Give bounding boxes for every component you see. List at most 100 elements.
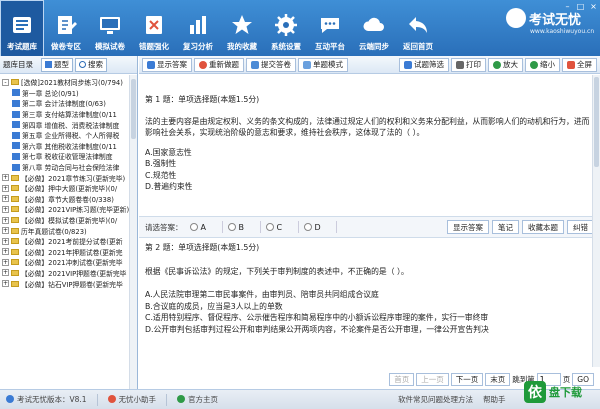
tree-item[interactable]: + 【必做】2021VIP练习题(完毕更新)	[2, 204, 137, 215]
expand-icon[interactable]: +	[2, 280, 9, 288]
radio-icon	[303, 223, 312, 231]
tree-item[interactable]: - [选做]2021教材同步练习(0/794)	[2, 77, 137, 88]
tree-item[interactable]: + 历年真题试卷(0/823)	[2, 225, 137, 236]
zoom-in-button[interactable]: 放大	[488, 57, 523, 72]
toolbar-item-7[interactable]: 互动平台	[308, 0, 352, 56]
printer-icon	[456, 60, 464, 69]
helper-link[interactable]: 无忧小助手	[107, 394, 156, 405]
toolbar-item-label: 模拟试卷	[95, 42, 125, 51]
folder-icon	[11, 238, 19, 245]
tree-item[interactable]: 第四章 增值税、消费税法律制度	[2, 119, 137, 130]
filter-icon	[404, 60, 412, 69]
prev-page-button[interactable]: 上一页	[416, 372, 449, 386]
note-button[interactable]: 笔记	[492, 220, 519, 234]
expand-icon[interactable]: +	[2, 237, 9, 245]
collapse-icon[interactable]: -	[2, 78, 9, 86]
expand-icon[interactable]: +	[2, 195, 9, 203]
print-button[interactable]: 打印	[451, 57, 486, 72]
tree-item[interactable]: + 【必做】2021年押题试卷(更新完	[2, 247, 137, 258]
answer-option-d[interactable]: D	[301, 221, 337, 233]
tree-item[interactable]: 第三章 支付结算法律制度(0/11	[2, 109, 137, 120]
expand-icon[interactable]: +	[2, 258, 9, 266]
tree-item-label: 【必做】2021章节练习(更新完毕)	[21, 174, 126, 183]
tree-item[interactable]: 第二章 会计法律制度(0/63)	[2, 98, 137, 109]
question-area: 显示答案 重新做题 提交答卷 单题模式 试题筛选 打印 放大 缩小 全屏 第 1…	[139, 56, 600, 389]
tree-item-label: 【必做】2021VIP押题卷(更新完毕	[21, 269, 127, 278]
question-scrollbar[interactable]	[592, 75, 600, 367]
next-page-button[interactable]: 下一页	[450, 372, 484, 386]
tree-item[interactable]: + 【必做】2021VIP押题卷(更新完毕	[2, 268, 137, 279]
tree-item[interactable]: + 【必做】章节大题卷卷(0/338)	[2, 194, 137, 205]
toolbar-item-3[interactable]: 错题强化	[132, 0, 176, 56]
minimize-icon[interactable]: –	[563, 2, 572, 11]
redo-button[interactable]: 重新做题	[194, 57, 244, 72]
toolbar-item-label: 云端同步	[359, 42, 389, 51]
filter-button[interactable]: 试题筛选	[399, 57, 449, 72]
document-icon	[251, 60, 259, 69]
bar-chart-icon	[186, 13, 210, 37]
faq-link[interactable]: 软件常见问题处理方法	[398, 394, 473, 405]
minus-icon	[530, 60, 538, 69]
gear-icon	[274, 13, 298, 37]
tree-item-label: 【必做】2021年押题试卷(更新完	[21, 248, 123, 257]
tree-item[interactable]: + 【必做】模拟试卷(更新完毕)(0/	[2, 215, 137, 226]
toolbar-item-1[interactable]: 做卷专区	[44, 0, 88, 56]
option-d: D.普遍约束性	[145, 182, 193, 191]
tree-item-label: 第六章 其他税收法律制度(0/11	[22, 142, 117, 151]
option-c: C.适用特别程序、督促程序、公示催告程序和简易程序中的小额诉讼程序审理的案件，实…	[145, 313, 489, 322]
tree-item[interactable]: 第七章 税收征收管理法律制度	[2, 151, 137, 162]
toolbar-item-label: 互动平台	[315, 42, 345, 51]
expand-icon[interactable]: +	[2, 248, 9, 256]
tree-item[interactable]: 第五章 企业所得税、个人所得税	[2, 130, 137, 141]
toolbar-item-6[interactable]: 系统设置	[264, 0, 308, 56]
toolbar-item-0[interactable]: 考试题库	[0, 0, 44, 56]
maximize-icon[interactable]: □	[576, 2, 585, 11]
folder-icon	[11, 206, 19, 213]
status-bar: 考试无忧版本：V8.1 无忧小助手 官方主页 软件常见问题处理方法 帮助手	[0, 389, 600, 409]
zoom-out-button[interactable]: 缩小	[525, 57, 560, 72]
tree-item[interactable]: + 【必做】2021冲刺试卷(更新完毕	[2, 257, 137, 268]
show-answer-button[interactable]: 显示答案	[142, 57, 192, 72]
fullscreen-button[interactable]: 全屏	[562, 57, 597, 72]
answer-option-a[interactable]: A	[187, 221, 223, 233]
folder-icon	[11, 217, 19, 224]
tree-item[interactable]: + 【必做】押中大题(更新完毕)(0/	[2, 183, 137, 194]
homepage-link[interactable]: 官方主页	[177, 394, 218, 405]
expand-icon[interactable]: +	[2, 227, 9, 235]
chapter-icon	[12, 152, 20, 160]
single-mode-button[interactable]: 单题模式	[298, 57, 348, 72]
tree-item[interactable]: 第一章 总论(0/91)	[2, 88, 137, 99]
tree-item[interactable]: 第八章 劳动合同与社会保险法律	[2, 162, 137, 173]
brand-url: www.kaoshiwuyou.cn	[530, 28, 595, 35]
catalog-title: 题库目录	[3, 60, 33, 69]
first-page-button[interactable]: 首页	[389, 372, 415, 386]
tree-item[interactable]: + 【必做】2021考前提分试卷(更新	[2, 236, 137, 247]
report-error-button[interactable]: 纠错	[567, 220, 594, 234]
toolbar-item-9[interactable]: 返回首页	[396, 0, 440, 56]
cloud-icon	[362, 13, 386, 37]
expand-icon[interactable]: +	[2, 174, 9, 182]
expand-icon[interactable]: +	[2, 269, 9, 277]
favorite-button[interactable]: 收藏本题	[522, 220, 564, 234]
tree-item[interactable]: 第六章 其他税收法律制度(0/11	[2, 141, 137, 152]
expand-icon[interactable]: +	[2, 205, 9, 213]
answer-option-b[interactable]: B	[225, 221, 261, 233]
show-answer-inline-button[interactable]: 显示答案	[447, 220, 489, 234]
expand-icon[interactable]: +	[2, 216, 9, 224]
search-button[interactable]: 搜索	[75, 57, 107, 72]
expand-icon[interactable]: +	[2, 184, 9, 192]
last-page-button[interactable]: 末页	[485, 372, 511, 386]
toolbar-item-5[interactable]: 我的收藏	[220, 0, 264, 56]
tree-item[interactable]: + 【必做】2021章节练习(更新完毕)	[2, 172, 137, 183]
close-icon[interactable]: ×	[589, 2, 598, 11]
answer-option-c[interactable]: C	[263, 221, 299, 233]
toolbar-item-8[interactable]: 云端同步	[352, 0, 396, 56]
assist-link[interactable]: 帮助手	[483, 394, 506, 405]
question-type-button[interactable]: 题型	[41, 57, 73, 72]
toolbar-item-2[interactable]: 模拟试卷	[88, 0, 132, 56]
toolbar-item-4[interactable]: 复习分析	[176, 0, 220, 56]
option-c: C.规范性	[145, 170, 177, 180]
tree-item[interactable]: + 【必做】钻石VIP押题卷(更新完毕	[2, 278, 137, 289]
tree-scrollbar[interactable]	[129, 75, 137, 389]
submit-button[interactable]: 提交答卷	[246, 57, 296, 72]
